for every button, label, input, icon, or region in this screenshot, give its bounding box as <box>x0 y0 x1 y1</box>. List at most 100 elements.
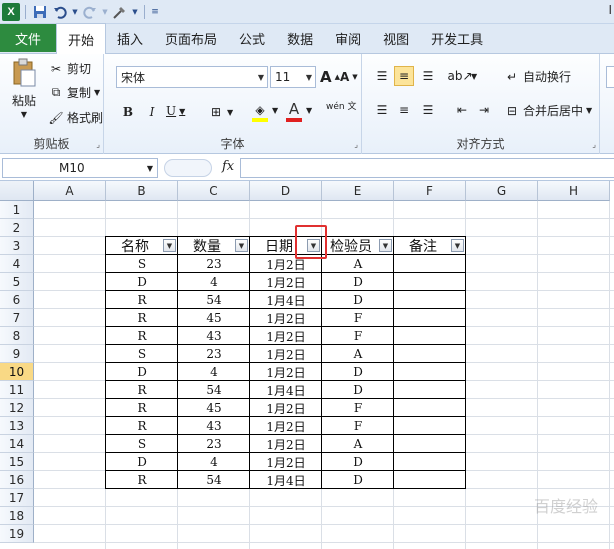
table-cell-quantity[interactable]: 54 <box>178 471 250 489</box>
table-cell-date[interactable]: 1月2日 <box>250 363 322 381</box>
table-cell-quantity[interactable]: 45 <box>178 399 250 417</box>
fill-color-button[interactable]: ◈ <box>252 102 268 122</box>
align-left-button[interactable]: ☰ <box>372 100 392 120</box>
phonetic-button[interactable]: wén 文 <box>326 102 356 112</box>
tab-developer[interactable]: 开发工具 <box>420 23 494 53</box>
bold-button[interactable]: B <box>118 102 138 122</box>
column-header-b[interactable]: B <box>106 181 178 201</box>
copy-button[interactable]: ⧉ 复制 ▼ <box>48 84 100 101</box>
table-cell-quantity[interactable]: 45 <box>178 309 250 327</box>
orientation-button[interactable]: ab↗ ▼ <box>447 68 477 84</box>
row-header-15[interactable]: 15 <box>0 453 34 471</box>
table-cell-remark[interactable] <box>394 255 466 273</box>
row-header-18[interactable]: 18 <box>0 507 34 525</box>
table-cell-date[interactable]: 1月2日 <box>250 417 322 435</box>
table-cell-name[interactable]: R <box>106 291 178 309</box>
table-cell-quantity[interactable]: 23 <box>178 255 250 273</box>
table-cell-quantity[interactable]: 43 <box>178 417 250 435</box>
table-cell-inspector[interactable]: D <box>322 273 394 291</box>
merge-center-button[interactable]: ⊟ 合并后居中 ▼ <box>504 102 592 119</box>
table-cell-quantity[interactable]: 54 <box>178 291 250 309</box>
table-cell-remark[interactable] <box>394 345 466 363</box>
row-header-5[interactable]: 5 <box>0 273 34 291</box>
dialog-launcher-icon[interactable]: ⌟ <box>354 140 358 149</box>
font-color-button[interactable]: A <box>286 100 302 122</box>
table-cell-date[interactable]: 1月2日 <box>250 399 322 417</box>
row-header-1[interactable]: 1 <box>0 201 34 219</box>
table-cell-inspector[interactable]: D <box>322 381 394 399</box>
filter-dropdown-remark[interactable]: ▼ <box>451 239 464 252</box>
formula-bar-expand-handle[interactable] <box>164 159 212 177</box>
table-cell-inspector[interactable]: F <box>322 327 394 345</box>
dialog-launcher-icon[interactable]: ⌟ <box>592 140 596 149</box>
table-cell-remark[interactable] <box>394 363 466 381</box>
table-cell-remark[interactable] <box>394 381 466 399</box>
row-header-7[interactable]: 7 <box>0 309 34 327</box>
paste-button[interactable]: 粘贴 ▼ <box>6 58 42 119</box>
table-cell-inspector[interactable]: A <box>322 255 394 273</box>
table-cell-date[interactable]: 1月2日 <box>250 453 322 471</box>
filter-dropdown-name[interactable]: ▼ <box>163 239 176 252</box>
align-center-button[interactable]: ≡ <box>394 100 414 120</box>
table-cell-inspector[interactable]: D <box>322 363 394 381</box>
cut-button[interactable]: ✂ 剪切 <box>48 60 91 77</box>
wrap-text-button[interactable]: ↵ 自动换行 <box>504 68 571 85</box>
table-cell-name[interactable]: R <box>106 327 178 345</box>
row-header-8[interactable]: 8 <box>0 327 34 345</box>
insert-function-icon[interactable]: fx <box>222 159 234 174</box>
table-cell-name[interactable]: R <box>106 417 178 435</box>
table-cell-name[interactable]: D <box>106 273 178 291</box>
table-cell-quantity[interactable]: 4 <box>178 363 250 381</box>
table-cell-date[interactable]: 1月2日 <box>250 309 322 327</box>
align-right-button[interactable]: ☰ <box>418 100 438 120</box>
row-header-6[interactable]: 6 <box>0 291 34 309</box>
table-cell-remark[interactable] <box>394 399 466 417</box>
tab-file[interactable]: 文件 <box>0 24 56 52</box>
grow-font-button[interactable]: A ▲ <box>320 68 340 86</box>
table-cell-date[interactable]: 1月4日 <box>250 291 322 309</box>
table-cell-remark[interactable] <box>394 435 466 453</box>
table-cell-date[interactable]: 1月2日 <box>250 273 322 291</box>
increase-indent-button[interactable]: ⇥ <box>474 100 494 120</box>
font-color-dropdown[interactable]: ▼ <box>306 106 312 115</box>
tab-review[interactable]: 审阅 <box>324 23 372 53</box>
tab-home[interactable]: 开始 <box>56 23 107 54</box>
table-cell-name[interactable]: S <box>106 255 178 273</box>
table-cell-date[interactable]: 1月4日 <box>250 471 322 489</box>
table-cell-remark[interactable] <box>394 273 466 291</box>
table-cell-inspector[interactable]: A <box>322 345 394 363</box>
table-cell-name[interactable]: R <box>106 471 178 489</box>
table-cell-date[interactable]: 1月2日 <box>250 345 322 363</box>
column-header-h[interactable]: H <box>538 181 610 201</box>
font-name-combo[interactable]: 宋体 ▼ <box>116 66 268 88</box>
border-button[interactable]: ⊞ ▼ <box>208 104 233 120</box>
column-header-c[interactable]: C <box>178 181 250 201</box>
align-bottom-button[interactable]: ☰ <box>418 66 438 86</box>
italic-button[interactable]: I <box>142 102 162 122</box>
table-cell-name[interactable]: D <box>106 363 178 381</box>
column-header-e[interactable]: E <box>322 181 394 201</box>
tab-insert[interactable]: 插入 <box>106 23 154 53</box>
formula-input[interactable] <box>240 158 614 178</box>
table-cell-inspector[interactable]: F <box>322 399 394 417</box>
table-cell-name[interactable]: D <box>106 453 178 471</box>
column-header-f[interactable]: F <box>394 181 466 201</box>
table-cell-inspector[interactable]: F <box>322 417 394 435</box>
tab-page-layout[interactable]: 页面布局 <box>154 23 228 53</box>
table-cell-remark[interactable] <box>394 471 466 489</box>
table-cell-remark[interactable] <box>394 327 466 345</box>
tab-view[interactable]: 视图 <box>372 23 420 53</box>
dialog-launcher-icon[interactable]: ⌟ <box>96 140 100 149</box>
table-cell-remark[interactable] <box>394 309 466 327</box>
table-cell-quantity[interactable]: 23 <box>178 435 250 453</box>
table-cell-quantity[interactable]: 54 <box>178 381 250 399</box>
table-cell-inspector[interactable]: D <box>322 453 394 471</box>
worksheet-grid[interactable]: ABCDEFGH 1 2 3 4 5 6 7 8 9 10 11 12 13 14 15 16 17 18 19 名… <box>0 181 614 549</box>
column-header-d[interactable]: D <box>250 181 322 201</box>
row-header-13[interactable]: 13 <box>0 417 34 435</box>
row-header-3[interactable]: 3 <box>0 237 34 255</box>
row-header-14[interactable]: 14 <box>0 435 34 453</box>
align-middle-button[interactable]: ≡ <box>394 66 414 86</box>
row-header-12[interactable]: 12 <box>0 399 34 417</box>
column-header-g[interactable]: G <box>466 181 538 201</box>
